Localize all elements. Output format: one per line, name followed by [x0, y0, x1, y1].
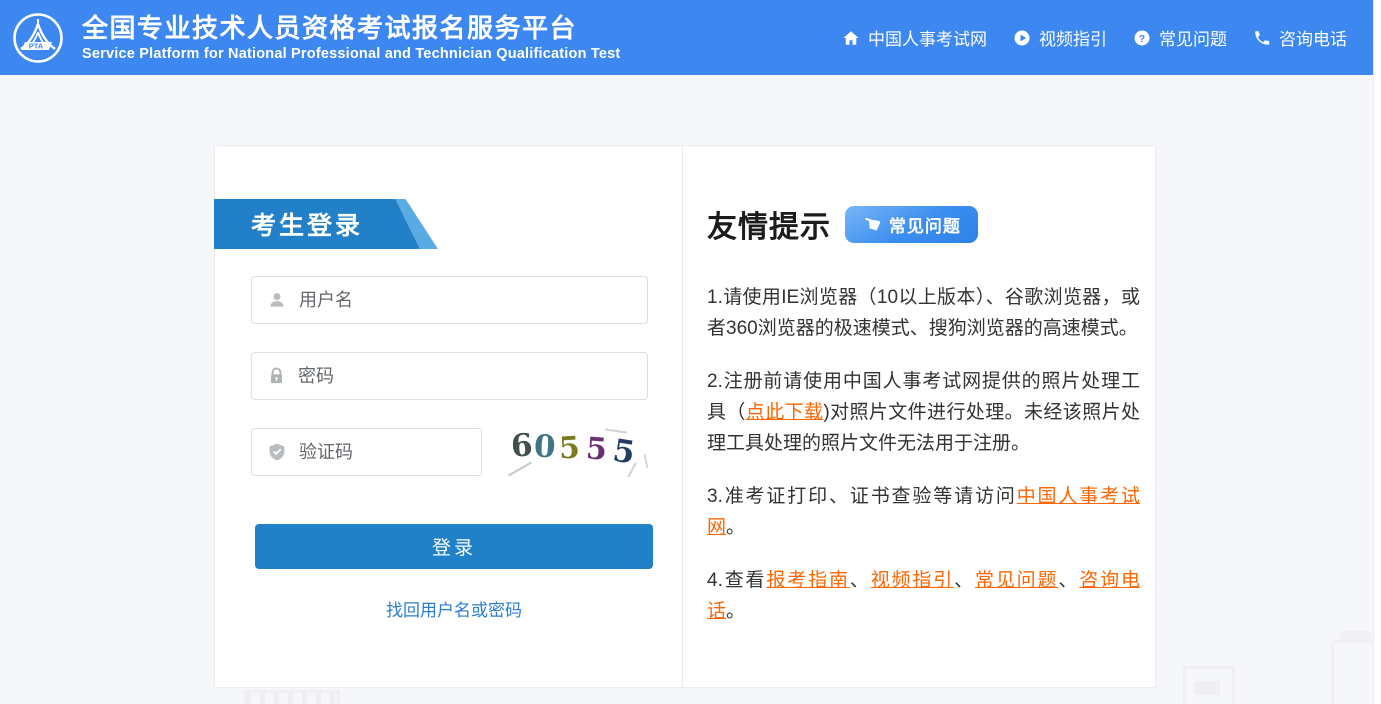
- captcha-field-wrapper: [251, 428, 482, 476]
- video-guide-link[interactable]: 视频指引: [871, 570, 954, 591]
- login-panel: 考生登录 60555: [215, 146, 682, 687]
- faq-link[interactable]: 常见问题: [975, 570, 1058, 591]
- nav-label: 常见问题: [1159, 25, 1227, 50]
- tip-text: 。: [726, 517, 745, 538]
- building-decoration: [1331, 640, 1377, 704]
- tip-text: 、: [1058, 570, 1079, 591]
- username-input[interactable]: [299, 290, 647, 311]
- tips-header: 友情提示 ☚ 常见问题: [707, 204, 1137, 244]
- tip-text: 。: [726, 601, 745, 622]
- nav-link-video-guide[interactable]: 视频指引: [1013, 25, 1107, 50]
- site-title-block: 全国专业技术人员资格考试报名服务平台 Service Platform for …: [82, 13, 620, 62]
- captcha-image[interactable]: 60555: [503, 424, 653, 480]
- tips-list: 1.请使用IE浏览器（10以上版本）、谷歌浏览器，或者360浏览器的极速模式、搜…: [707, 282, 1140, 627]
- tips-title: 友情提示: [707, 202, 831, 246]
- nav-label: 中国人事考试网: [868, 25, 987, 50]
- forgot-credentials-link[interactable]: 找回用户名或密码: [255, 596, 653, 621]
- building-decoration: [1183, 666, 1235, 704]
- tips-panel: 友情提示 ☚ 常见问题 1.请使用IE浏览器（10以上版本）、谷歌浏览器，或者3…: [682, 146, 1155, 687]
- building-flag-decoration: [1194, 681, 1220, 695]
- svg-text:?: ?: [1139, 32, 1145, 44]
- header-nav: 中国人事考试网 视频指引 ? 常见问题 咨询电话: [842, 25, 1347, 50]
- faq-badge-label: 常见问题: [889, 212, 961, 237]
- nav-link-cpta-site[interactable]: 中国人事考试网: [842, 25, 987, 50]
- pointing-hand-icon: ☚: [859, 211, 883, 237]
- main-card: 考生登录 60555: [214, 145, 1156, 688]
- faq-badge-button[interactable]: ☚ 常见问题: [845, 206, 978, 243]
- user-icon: [267, 290, 287, 310]
- nav-label: 咨询电话: [1279, 25, 1347, 50]
- tip-text: 3.准考证打印、证书查验等请访问: [707, 486, 1017, 507]
- tip-item-2: 2.注册前请使用中国人事考试网提供的照片处理工具（点此下载)对照片文件进行处理。…: [707, 366, 1140, 459]
- logo-text: PTA: [29, 41, 44, 50]
- login-button[interactable]: 登录: [255, 524, 653, 569]
- nav-link-phone[interactable]: 咨询电话: [1253, 25, 1347, 50]
- nav-label: 视频指引: [1039, 25, 1107, 50]
- question-circle-icon: ?: [1133, 29, 1151, 47]
- home-icon: [842, 29, 860, 47]
- captcha-noise: [644, 454, 649, 468]
- tip-text: 、: [850, 570, 871, 591]
- password-input[interactable]: [298, 366, 647, 387]
- captcha-code: 60555: [511, 428, 634, 464]
- pta-emblem-icon: PTA: [12, 12, 64, 64]
- tip-item-1: 1.请使用IE浏览器（10以上版本）、谷歌浏览器，或者360浏览器的极速模式、搜…: [707, 282, 1140, 344]
- login-panel-title: 考生登录: [251, 199, 363, 249]
- download-photo-tool-link[interactable]: 点此下载: [746, 402, 824, 423]
- site-subtitle: Service Platform for National Profession…: [82, 46, 620, 62]
- password-field-wrapper: [251, 352, 648, 400]
- shield-check-icon: [267, 442, 287, 462]
- site-title: 全国专业技术人员资格考试报名服务平台: [82, 13, 620, 43]
- username-field-wrapper: [251, 276, 648, 324]
- tip-text: 1.请使用IE浏览器（10以上版本）、谷歌浏览器，或者360浏览器的极速模式、搜…: [707, 287, 1140, 339]
- scrollbar-track[interactable]: [1373, 0, 1381, 704]
- page: PTA 全国专业技术人员资格考试报名服务平台 Service Platform …: [0, 0, 1381, 704]
- tip-text: 4.查看: [707, 570, 766, 591]
- captcha-input[interactable]: [299, 442, 481, 463]
- tip-item-4: 4.查看报考指南、视频指引、常见问题、咨询电话。: [707, 565, 1140, 627]
- building-decoration: [246, 692, 336, 704]
- video-play-icon: [1013, 29, 1031, 47]
- exam-guide-link[interactable]: 报考指南: [766, 570, 849, 591]
- tip-text: 、: [954, 570, 975, 591]
- lock-icon: [267, 366, 286, 386]
- header: PTA 全国专业技术人员资格考试报名服务平台 Service Platform …: [0, 0, 1373, 75]
- phone-icon: [1253, 29, 1271, 47]
- tip-item-3: 3.准考证打印、证书查验等请访问中国人事考试网。: [707, 481, 1140, 543]
- nav-link-faq[interactable]: ? 常见问题: [1133, 25, 1227, 50]
- login-panel-ribbon: 考生登录: [214, 199, 438, 249]
- building-roof-decoration: [1340, 631, 1372, 641]
